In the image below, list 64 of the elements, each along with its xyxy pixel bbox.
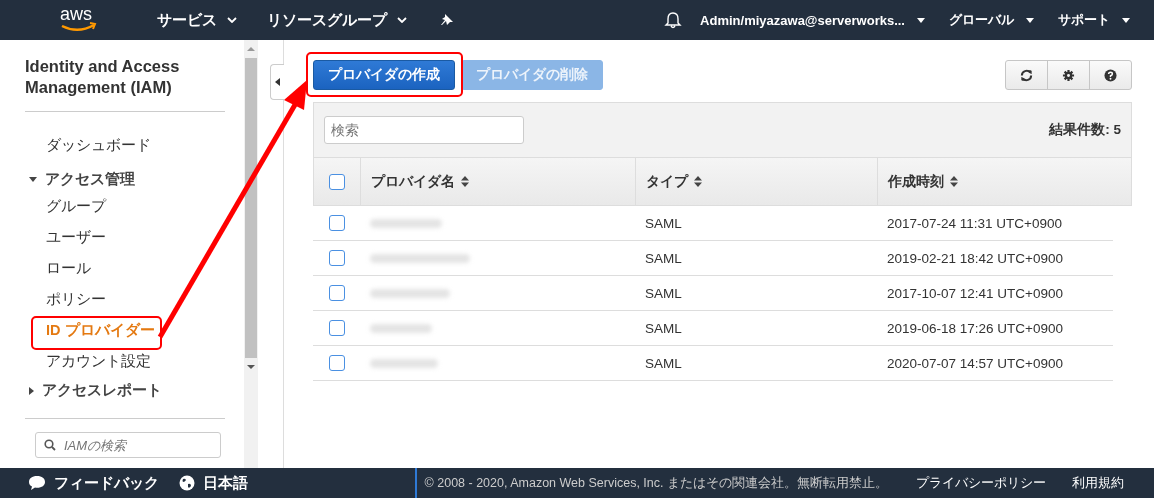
account-menu[interactable]: Admin/miyazawa@serverworks... xyxy=(700,12,925,28)
checkbox[interactable] xyxy=(329,173,345,190)
sort-icon xyxy=(694,176,702,187)
checkbox[interactable] xyxy=(328,285,345,301)
feedback-link[interactable]: フィードバック xyxy=(54,473,159,493)
nav-section[interactable]: アクセス管理 xyxy=(25,166,226,191)
checkbox[interactable] xyxy=(328,320,345,336)
help-icon xyxy=(1104,68,1117,82)
language-link[interactable]: 日本語 xyxy=(203,473,248,493)
table-cell-text: SAML xyxy=(644,285,683,301)
footer-link[interactable]: 利用規約 xyxy=(1072,474,1124,492)
nav-item[interactable]: グループ xyxy=(25,191,226,222)
table-cell-text: 2017-07-24 11:31 UTC+0900 xyxy=(886,215,1063,231)
result-count: 結果件数: 5 xyxy=(1049,121,1121,139)
gear-icon xyxy=(1062,68,1075,82)
search-field[interactable]: IAMの検索 xyxy=(35,432,221,458)
column-header[interactable]: 作成時刻 xyxy=(878,158,1131,205)
sort-icon xyxy=(461,176,469,187)
help-button[interactable] xyxy=(1089,60,1132,90)
sidebar-title: Identity and Access Management (IAM) xyxy=(25,56,181,98)
table-cell-text: 2019-06-18 17:26 UTC+0900 xyxy=(886,320,1064,336)
checkbox[interactable] xyxy=(328,355,345,371)
column-header[interactable]: プロバイダ名 xyxy=(361,158,636,205)
table-cell-text: 2019-02-21 18:42 UTC+0900 xyxy=(886,250,1064,266)
speech-bubble-icon xyxy=(28,475,46,491)
collapse-tab[interactable] xyxy=(270,64,284,100)
search-icon xyxy=(44,439,56,451)
nav-section[interactable]: アクセスレポート xyxy=(25,377,226,402)
nav-item[interactable]: ロール xyxy=(25,253,226,284)
copyright-text: © 2008 - 2020, Amazon Web Services, Inc. またはその関連会社。無断転用禁止。 xyxy=(414,468,888,498)
table-cell-text: 2017-10-07 12:41 UTC+0900 xyxy=(886,285,1064,301)
checkbox[interactable] xyxy=(328,250,345,266)
pin-icon[interactable] xyxy=(440,13,454,27)
checkbox[interactable] xyxy=(328,215,345,231)
nav-item[interactable]: ユーザー xyxy=(25,222,226,253)
column-header[interactable]: タイプ xyxy=(636,158,878,205)
table-cell-text: SAML xyxy=(644,320,683,336)
nav-item[interactable]: アカウント設定 xyxy=(25,346,226,377)
globe-icon xyxy=(179,475,195,491)
table-cell-text: SAML xyxy=(644,250,683,266)
bell-icon[interactable] xyxy=(664,11,683,29)
blurred-text xyxy=(370,323,432,333)
create-provider-button[interactable]: プロバイダの作成 xyxy=(313,60,455,90)
nav-item[interactable]: ダッシュボード xyxy=(25,130,226,161)
table-cell-text: SAML xyxy=(644,215,683,231)
settings-button[interactable] xyxy=(1047,60,1090,90)
region-menu[interactable]: グローバル xyxy=(949,11,1034,29)
sort-icon xyxy=(950,176,958,187)
aws-logo[interactable]: aws xyxy=(58,4,102,36)
refresh-icon xyxy=(1020,68,1033,82)
nav-menu[interactable]: リソースグループ xyxy=(267,10,407,30)
support-menu[interactable]: サポート xyxy=(1058,11,1130,29)
caret-icon xyxy=(227,17,237,23)
nav-item[interactable]: ポリシー xyxy=(25,284,226,315)
caret-icon xyxy=(397,17,407,23)
refresh-button[interactable] xyxy=(1005,60,1048,90)
footer-link[interactable]: プライバシーポリシー xyxy=(916,474,1046,492)
table-cell-text: SAML xyxy=(644,355,683,371)
blurred-text xyxy=(370,358,438,368)
table-cell-text: 2020-07-07 14:57 UTC+0900 xyxy=(886,355,1064,371)
search-field[interactable]: 検索 xyxy=(324,115,524,144)
blurred-text xyxy=(370,218,442,228)
nav-menu[interactable]: サービス xyxy=(157,10,237,30)
scrollbar[interactable] xyxy=(244,40,258,468)
